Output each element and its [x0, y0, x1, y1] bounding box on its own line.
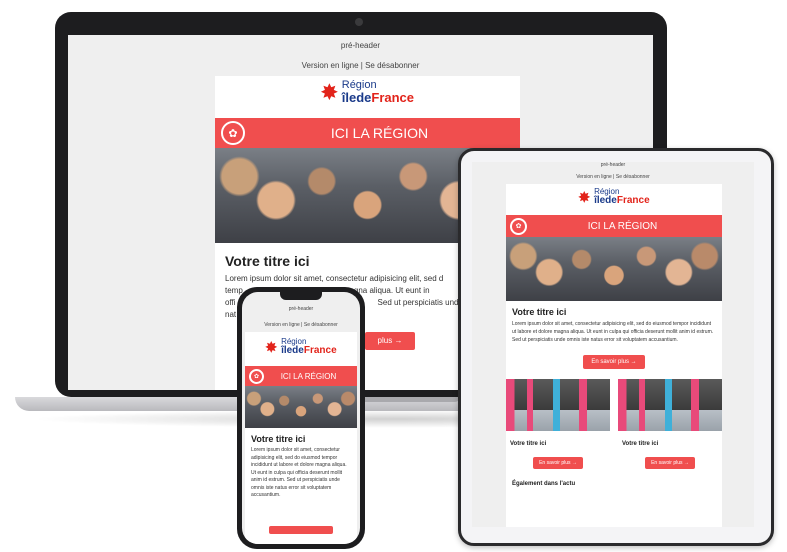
column-1-image: [506, 379, 610, 431]
top-links[interactable]: Version en ligne | Se désabonner: [68, 61, 653, 70]
cta-button[interactable]: plus →: [365, 332, 415, 350]
logo-box: ✸ Région îledeFrance: [215, 76, 520, 108]
phone-notch: [280, 292, 322, 300]
banner-circle-icon: ✿: [510, 217, 527, 235]
email-body: ✸ Région îledeFrance ✿ ICI LA RÉGION Vot…: [506, 184, 722, 527]
banner-title: ICI LA RÉGION: [330, 125, 429, 141]
region-logo: ✸ Région îledeFrance: [578, 187, 650, 206]
column-1: Votre titre ici En savoir plus →: [506, 379, 610, 469]
phone-screen: pré-header Version en ligne | Se désabon…: [242, 292, 360, 544]
cta-button[interactable]: [269, 526, 333, 534]
preheader: pré-header: [288, 306, 314, 312]
banner-title: ICI LA RÉGION: [587, 220, 658, 232]
cta-button[interactable]: En savoir plus →: [583, 355, 645, 369]
banner-circle-icon: ✿: [249, 368, 264, 384]
banner-circle-icon: ✿: [221, 121, 245, 145]
also-title: Également dans l'actu: [512, 481, 576, 487]
camera-icon: [355, 18, 363, 26]
column-2-cta[interactable]: En savoir plus →: [645, 457, 695, 469]
star-logo-icon: ✸: [578, 188, 591, 205]
star-logo-icon: ✸: [265, 338, 278, 355]
hero-image: [245, 386, 357, 428]
column-2-image: [618, 379, 722, 431]
preheader: pré-header: [600, 162, 626, 168]
banner: ✿ ICI LA RÉGION: [215, 118, 520, 148]
banner: ✿ ICI LA RÉGION: [506, 215, 722, 237]
article-title: Votre titre ici: [512, 307, 567, 317]
banner-title: ICI LA RÉGION: [280, 371, 337, 381]
top-links[interactable]: Version en ligne | Se désabonner: [242, 322, 360, 328]
column-2-title: Votre titre ici: [622, 441, 659, 447]
article-title: Votre titre ici: [251, 434, 306, 444]
region-logo: ✸ Région îledeFrance: [265, 337, 337, 356]
email-body: ✸ Région îledeFrance ✿ ICI LA RÉGION Vot…: [245, 332, 357, 544]
top-links[interactable]: Version en ligne | Se désabonner: [472, 174, 754, 180]
logo-box: ✸ Région îledeFrance: [506, 184, 722, 210]
logo-box: ✸ Région îledeFrance: [245, 332, 357, 362]
banner: ✿ ICI LA RÉGION: [245, 366, 357, 386]
tablet-screen: pré-header Version en ligne | Se désabon…: [472, 162, 754, 527]
preheader: pré-header: [340, 41, 381, 50]
logo-line2a: îlede: [341, 90, 372, 105]
article-text: Lorem ipsum dolor sit amet, consectetur …: [512, 321, 714, 343]
column-1-title: Votre titre ici: [510, 441, 547, 447]
logo-line2b: France: [371, 90, 415, 105]
two-columns: Votre titre ici En savoir plus → Votre t…: [506, 379, 722, 469]
region-logo: ✸ Région îledeFrance: [321, 80, 414, 105]
article-text: Lorem ipsum dolor sit amet, consectetur …: [251, 447, 347, 498]
star-logo-icon: ✸: [320, 81, 338, 104]
hero-image: [506, 237, 722, 301]
column-2: Votre titre ici En savoir plus →: [618, 379, 722, 469]
column-1-cta[interactable]: En savoir plus →: [533, 457, 583, 469]
